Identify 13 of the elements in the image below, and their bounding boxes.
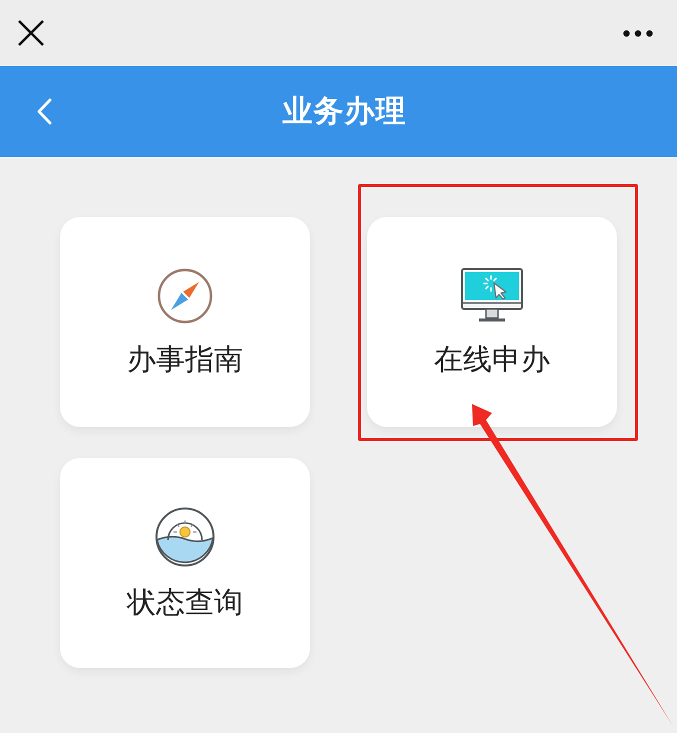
close-button[interactable] — [18, 20, 44, 46]
service-card[interactable]: 状态查询 — [60, 458, 310, 668]
service-card[interactable]: 办事指南 — [60, 217, 310, 427]
compass-icon — [157, 268, 213, 324]
service-card[interactable]: 在线申办 — [367, 217, 617, 427]
back-icon — [36, 98, 52, 125]
more-button[interactable] — [623, 30, 653, 36]
monitor-icon — [461, 268, 523, 324]
more-icon — [623, 30, 653, 36]
close-icon — [18, 20, 44, 46]
sunrise-icon — [155, 506, 215, 566]
back-button[interactable] — [36, 98, 52, 125]
page-title: 业务办理 — [282, 92, 406, 130]
